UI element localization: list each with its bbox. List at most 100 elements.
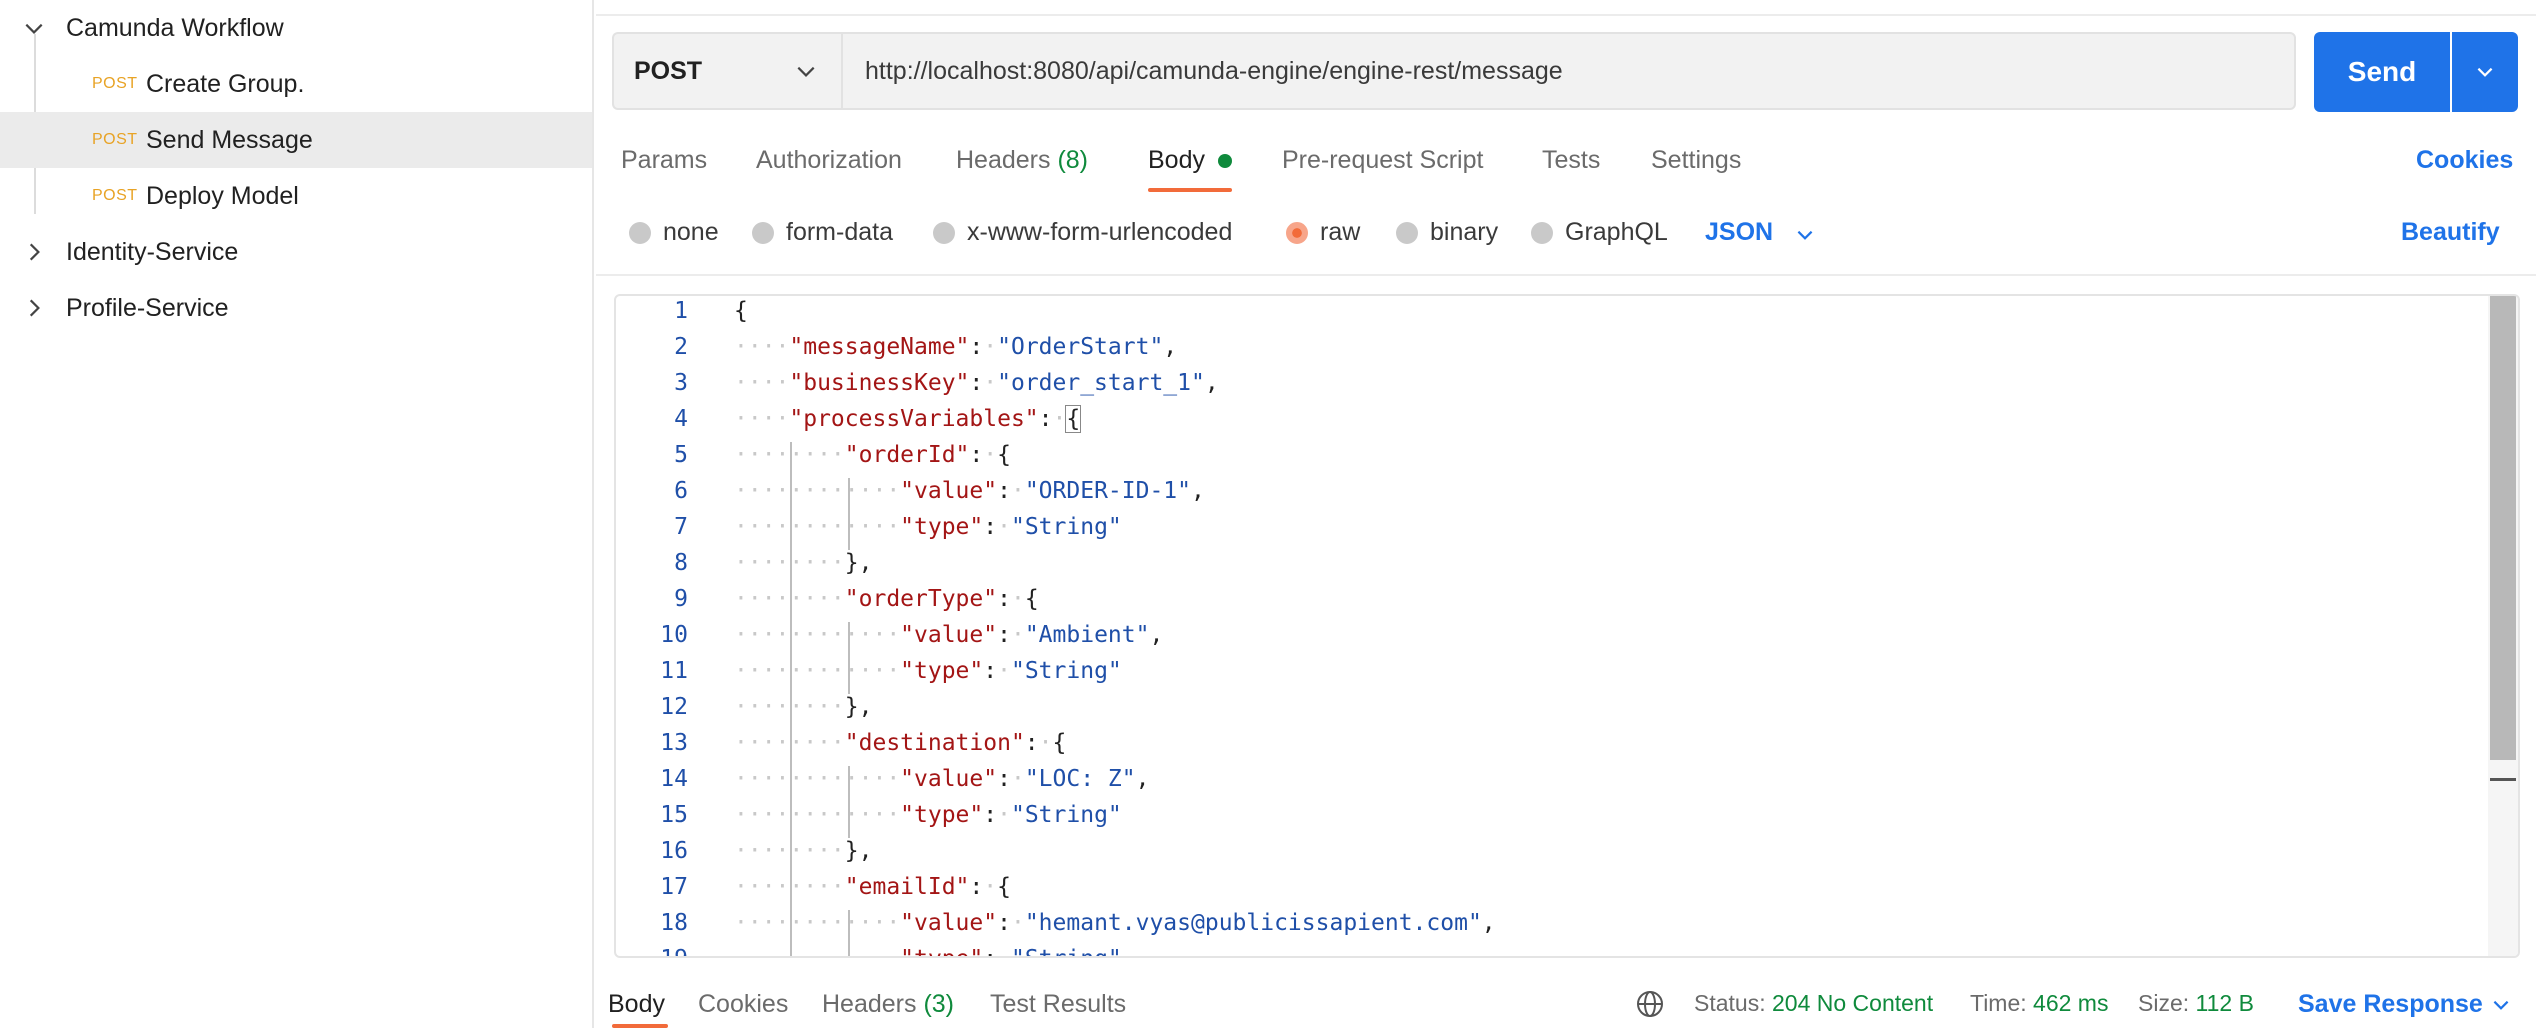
radio-form-data[interactable] xyxy=(752,222,774,244)
tab-pre-request-script[interactable]: Pre-request Script xyxy=(1282,146,1483,175)
code-line: ············"type":·"String" xyxy=(734,658,1122,684)
request-item-label: Send Message xyxy=(146,125,313,154)
radio-label-urlencoded: x-www-form-urlencoded xyxy=(967,218,1233,246)
response-tab-cookies[interactable]: Cookies xyxy=(698,990,788,1019)
radio-x-www-form-urlencoded[interactable] xyxy=(933,222,955,244)
radio-label-graphql: GraphQL xyxy=(1565,218,1668,246)
request-item-send-message[interactable]: POST Send Message xyxy=(0,112,592,168)
tab-tests[interactable]: Tests xyxy=(1542,146,1600,175)
cookies-link[interactable]: Cookies xyxy=(2416,146,2513,175)
code-line: ········"orderType":·{ xyxy=(734,586,1039,612)
folder-label: Identity-Service xyxy=(66,237,239,266)
body-code-editor[interactable]: 1 2 3 4 5 6 7 8 9 10 11 12 13 14 15 16 1… xyxy=(614,294,2520,958)
folder-identity-service[interactable]: Identity-Service xyxy=(0,224,592,280)
folder-profile-service[interactable]: Profile-Service xyxy=(0,280,592,336)
json-key: "value" xyxy=(900,766,998,792)
json-value: "String" xyxy=(1011,946,1122,956)
method-badge: POST xyxy=(92,131,138,148)
line-number: 19 xyxy=(616,946,688,956)
response-tab-test-results[interactable]: Test Results xyxy=(990,990,1126,1019)
json-key: "value" xyxy=(900,910,998,936)
line-number: 8 xyxy=(674,550,688,576)
format-select[interactable]: JSON xyxy=(1705,218,1773,247)
active-tab-indicator xyxy=(1148,188,1232,192)
collection-label: Camunda Workflow xyxy=(66,13,284,42)
method-select-value: POST xyxy=(634,56,703,85)
beautify-button[interactable]: Beautify xyxy=(2401,218,2500,247)
radio-label-form-data: form-data xyxy=(786,218,893,246)
line-number: 11 xyxy=(660,658,688,684)
response-time: Time: 462 ms xyxy=(1970,990,2108,1017)
line-number: 2 xyxy=(674,334,688,360)
json-value: "OrderStart" xyxy=(997,334,1164,360)
send-button[interactable]: Send xyxy=(2314,32,2450,112)
code-line: ············"value":·"ORDER-ID-1", xyxy=(734,478,1205,504)
divider xyxy=(596,274,2536,276)
line-number: 15 xyxy=(660,802,688,828)
request-item-create-group[interactable]: POST Create Group. xyxy=(0,56,592,112)
request-item-deploy-model[interactable]: POST Deploy Model xyxy=(0,168,592,224)
line-number: 4 xyxy=(674,406,688,432)
line-number: 16 xyxy=(660,838,688,864)
response-headers-count: (3) xyxy=(923,990,955,1018)
divider xyxy=(596,14,2536,16)
chevron-right-icon[interactable] xyxy=(22,240,46,264)
method-badge: POST xyxy=(92,187,138,204)
tab-params[interactable]: Params xyxy=(621,146,707,175)
json-key: "value" xyxy=(900,622,998,648)
code-line: { xyxy=(734,298,748,324)
chevron-down-icon[interactable] xyxy=(22,16,46,40)
radio-graphql[interactable] xyxy=(1531,222,1553,244)
code-line: ········}, xyxy=(734,694,873,720)
editor-scrollbar[interactable] xyxy=(2488,296,2518,956)
url-input[interactable]: http://localhost:8080/api/camunda-engine… xyxy=(841,32,2296,110)
url-text: http://localhost:8080/api/camunda-engine… xyxy=(865,56,1563,85)
tab-headers[interactable]: Headers (8) xyxy=(956,146,1088,175)
method-select[interactable]: POST xyxy=(612,32,841,110)
send-options-button[interactable] xyxy=(2452,32,2518,112)
line-number: 9 xyxy=(674,586,688,612)
tab-authorization[interactable]: Authorization xyxy=(756,146,902,175)
save-response-button[interactable]: Save Response xyxy=(2298,990,2483,1019)
size-value: 112 B xyxy=(2195,990,2254,1016)
code-line: ············"type":·"String" xyxy=(734,514,1122,540)
scrollbar-thumb[interactable] xyxy=(2490,296,2516,760)
tab-body[interactable]: Body xyxy=(1148,146,1205,175)
chevron-down-icon xyxy=(2477,67,2493,77)
code-line: ····"messageName":·"OrderStart", xyxy=(734,334,1178,360)
line-number: 14 xyxy=(660,766,688,792)
chevron-down-icon[interactable] xyxy=(2490,994,2512,1016)
json-value: "hemant.vyas@publicissapient.com" xyxy=(1024,910,1482,936)
collection-camunda-workflow[interactable]: Camunda Workflow xyxy=(0,0,592,56)
radio-raw[interactable] xyxy=(1286,222,1308,244)
line-number: 7 xyxy=(674,514,688,540)
code-line: ········}, xyxy=(734,550,873,576)
time-value: 462 ms xyxy=(2033,990,2109,1016)
code-line: ············"value":·"LOC: Z", xyxy=(734,766,1150,792)
radio-binary[interactable] xyxy=(1396,222,1418,244)
chevron-right-icon[interactable] xyxy=(22,296,46,320)
request-item-label: Deploy Model xyxy=(146,181,299,210)
status-label: Status: xyxy=(1694,990,1766,1016)
headers-count: (8) xyxy=(1057,146,1089,174)
response-tab-body[interactable]: Body xyxy=(608,990,665,1019)
line-number: 17 xyxy=(660,874,688,900)
json-value: "String" xyxy=(1010,514,1122,540)
tab-settings[interactable]: Settings xyxy=(1651,146,1741,175)
radio-none[interactable] xyxy=(629,222,651,244)
response-size: Size: 112 B xyxy=(2138,990,2254,1017)
method-badge: POST xyxy=(92,75,138,92)
json-value: "String" xyxy=(1010,802,1122,828)
response-tab-headers[interactable]: Headers (3) xyxy=(822,990,954,1019)
json-value: "order_start_1" xyxy=(997,370,1205,396)
globe-icon[interactable] xyxy=(1634,988,1666,1020)
line-number: 13 xyxy=(660,730,688,756)
json-key: "type" xyxy=(900,946,983,956)
chevron-down-icon[interactable] xyxy=(1794,224,1816,246)
collections-sidebar: Camunda Workflow POST Create Group. POST… xyxy=(0,0,594,1028)
status-value: 204 No Content xyxy=(1772,990,1934,1016)
request-item-label: Create Group. xyxy=(146,69,305,98)
json-value: "Ambient" xyxy=(1024,622,1150,648)
json-key: "messageName" xyxy=(789,334,970,360)
code-line: ········"destination":·{ xyxy=(734,730,1067,756)
